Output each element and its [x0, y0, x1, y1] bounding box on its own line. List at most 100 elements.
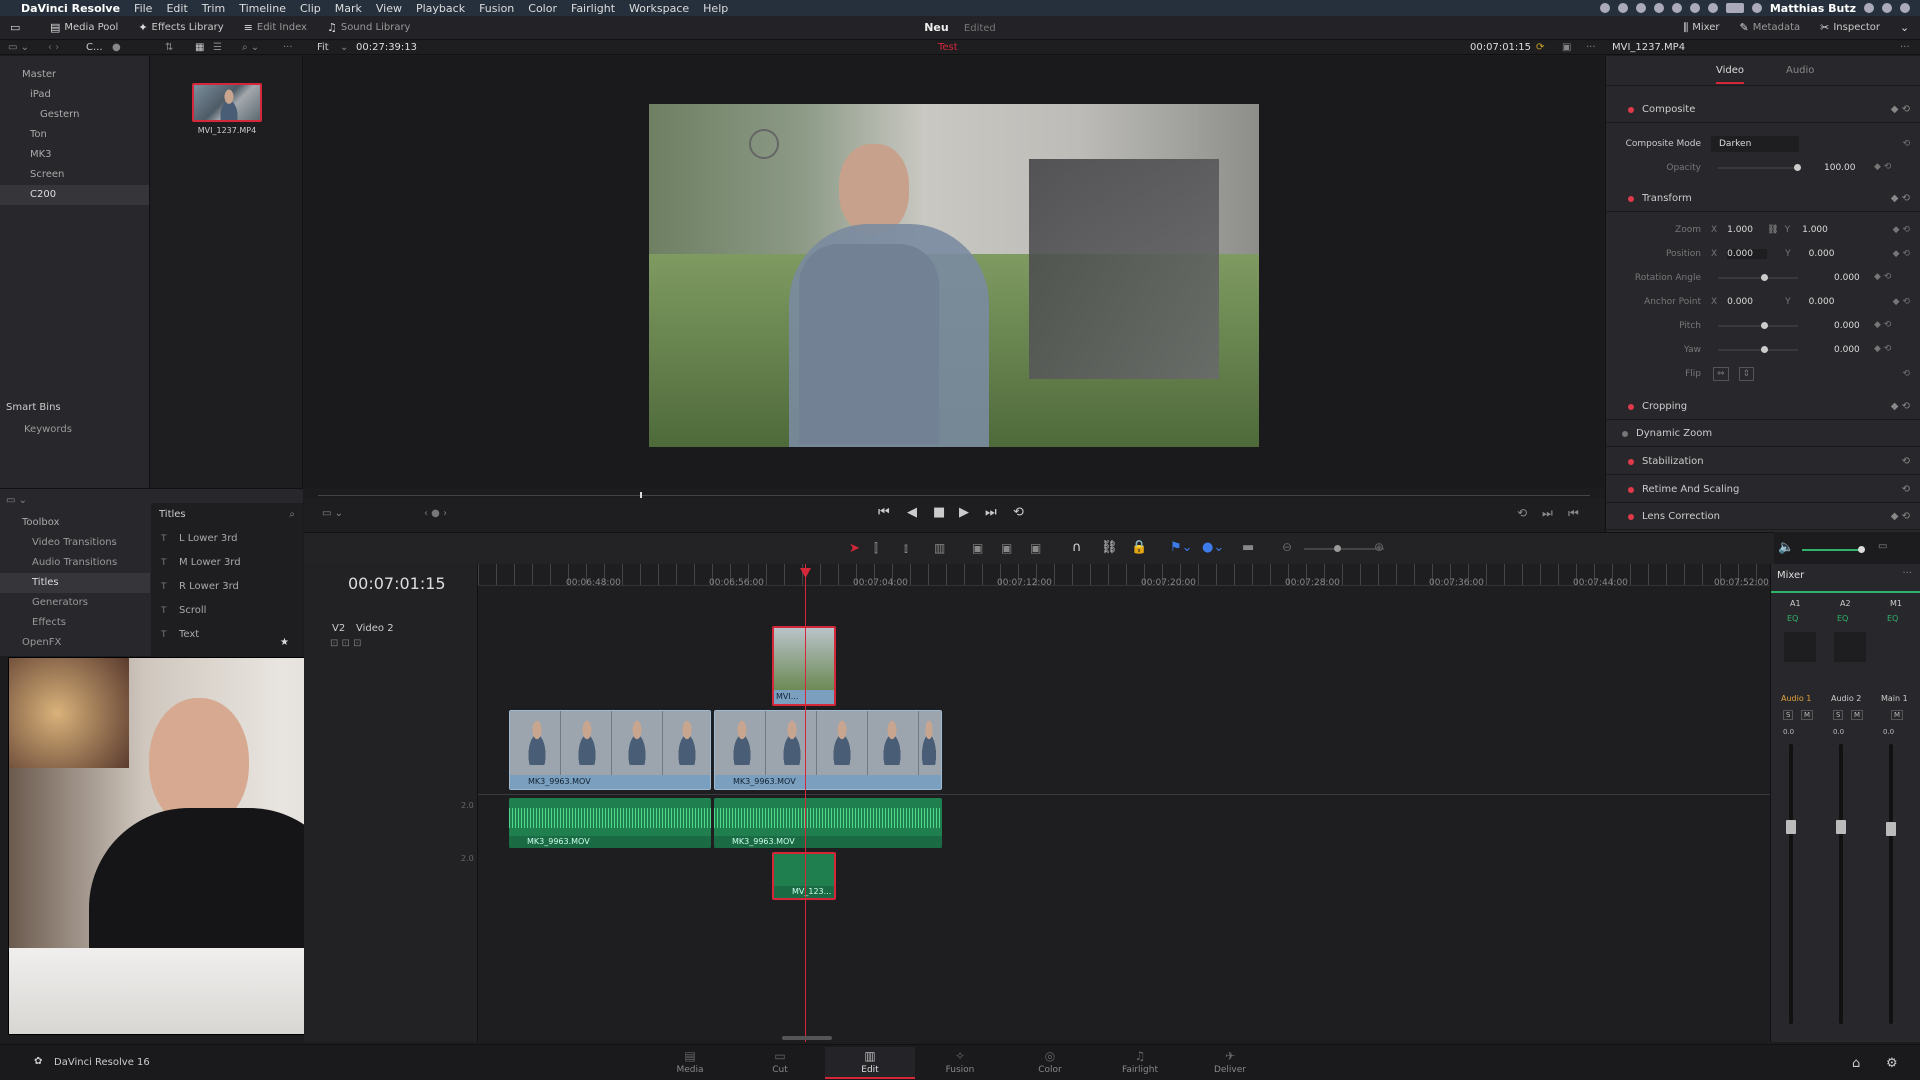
media-clip-thumbnail[interactable] [192, 83, 262, 122]
pan-control[interactable] [1784, 632, 1816, 662]
viewer-scrubber-track[interactable] [318, 495, 1590, 496]
blade-tool-icon[interactable]: ▥ [934, 541, 945, 555]
keyframe-icon[interactable]: ◆ ⟲ [1891, 193, 1910, 204]
inspector-button[interactable]: ✂ Inspector [1810, 21, 1890, 34]
rotation-slider[interactable] [1718, 277, 1798, 279]
selection-tool-icon[interactable]: ➤ [849, 541, 860, 556]
inspector-more-icon[interactable]: ··· [1900, 42, 1910, 53]
zoom-y-value[interactable]: 1.000 [1802, 225, 1828, 235]
bin-path[interactable]: C... [86, 42, 103, 53]
bluetooth-icon[interactable] [1671, 3, 1682, 13]
audio-clip-a2[interactable]: MV_123... [772, 852, 836, 900]
metadata-button[interactable]: ✎ Metadata [1730, 21, 1811, 34]
pitch-slider[interactable] [1718, 325, 1798, 327]
user-name[interactable]: Matthias Butz [1770, 2, 1856, 15]
home-icon[interactable]: ⌂ [1852, 1056, 1860, 1071]
menu-fairlight[interactable]: Fairlight [564, 2, 622, 15]
master-volume-handle[interactable] [1858, 546, 1865, 553]
fader-track[interactable] [1789, 744, 1793, 1024]
composite-mode-select[interactable]: Darken [1711, 136, 1799, 152]
play-icon[interactable]: ▶ [959, 505, 969, 520]
tree-titles[interactable]: Titles [0, 573, 150, 593]
opacity-value[interactable]: 100.00 [1824, 163, 1856, 173]
smart-bin-keywords[interactable]: Keywords [24, 424, 72, 435]
camera-icon[interactable] [1617, 3, 1628, 13]
menu-color[interactable]: Color [521, 2, 564, 15]
audio-clip-a1-b[interactable]: MK3_9963.MOV [714, 798, 942, 848]
cloud-icon[interactable] [1635, 3, 1646, 13]
viewer-mode-icon[interactable]: ▭ ⌄ [322, 508, 343, 519]
timeline-name-dropdown[interactable]: Test [938, 42, 958, 53]
yaw-slider[interactable] [1718, 349, 1798, 351]
keyframe-icon[interactable]: ◆ ⟲ [1874, 320, 1891, 330]
rotation-slider-handle[interactable] [1761, 274, 1768, 281]
zoom-full-icon[interactable]: ▬ [1242, 540, 1254, 555]
keyframe-icon[interactable]: ◆ ⟲ [1874, 162, 1891, 172]
more-icon[interactable]: ··· [283, 42, 293, 53]
fader-track[interactable] [1839, 744, 1843, 1024]
tree-generators[interactable]: Generators [0, 593, 150, 613]
fader-handle[interactable] [1786, 820, 1796, 834]
page-color-button[interactable]: ◎ Color [1005, 1047, 1095, 1079]
app-menu[interactable]: DaVinci Resolve [14, 2, 127, 15]
time-machine-icon[interactable] [1653, 3, 1664, 13]
bin-ton[interactable]: Ton [0, 125, 149, 145]
menu-timeline[interactable]: Timeline [232, 2, 293, 15]
tree-audio-transitions[interactable]: Audio Transitions [0, 553, 150, 573]
panel-toggle-icon[interactable]: ▭ [0, 21, 40, 34]
inspector-tab-video[interactable]: Video [1716, 65, 1745, 84]
enable-dot-icon[interactable] [1628, 403, 1634, 410]
replace-clip-icon[interactable]: ▣ [1030, 541, 1041, 555]
reset-icon[interactable]: ⟲ [1902, 369, 1910, 379]
solo-button[interactable]: S [1783, 710, 1794, 720]
inspector-tab-audio[interactable]: Audio [1786, 65, 1814, 76]
media-pool-button[interactable]: ▤ Media Pool [40, 21, 128, 34]
yaw-slider-handle[interactable] [1761, 346, 1768, 353]
section-transform[interactable]: Transform ◆ ⟲ [1606, 186, 1920, 212]
tree-effects[interactable]: Effects [0, 613, 150, 633]
anchor-y-value[interactable]: 0.000 [1809, 297, 1835, 307]
chevron-down-icon[interactable]: ⌄ [340, 42, 348, 53]
flag-icon[interactable]: ⚑⌄ [1170, 540, 1193, 555]
opacity-slider[interactable] [1718, 167, 1798, 169]
audio-clip-a1-a[interactable]: MK3_9963.MOV [509, 798, 711, 848]
keyframe-icon[interactable]: ◆ ⟲ [1891, 104, 1910, 115]
menu-mark[interactable]: Mark [328, 2, 369, 15]
keyframe-icon[interactable]: ◆ ⟲ [1874, 344, 1891, 354]
bin-gestern[interactable]: Gestern [0, 105, 149, 125]
fader-handle[interactable] [1836, 820, 1846, 834]
section-dynamic-zoom[interactable]: Dynamic Zoom [1606, 421, 1920, 447]
page-fusion-button[interactable]: ✧ Fusion [915, 1047, 1005, 1079]
next-edit-icon[interactable]: ⏭ [1542, 506, 1553, 521]
eq-button[interactable]: EQ [1787, 614, 1798, 623]
stop-icon[interactable]: ■ [933, 505, 945, 520]
favorite-star-icon[interactable]: ★ [280, 637, 289, 648]
enable-dot-icon[interactable] [1628, 513, 1634, 520]
eq-button[interactable]: EQ [1887, 614, 1898, 623]
clip-v1-a[interactable]: MK3_9963.MOV [509, 710, 711, 790]
pitch-value[interactable]: 0.000 [1834, 321, 1860, 331]
timeline-zoom-slider[interactable] [1304, 548, 1384, 550]
opacity-slider-handle[interactable] [1794, 164, 1801, 171]
bin-mk3[interactable]: MK3 [0, 145, 149, 165]
pitch-slider-handle[interactable] [1761, 322, 1768, 329]
enable-dot-icon[interactable] [1628, 486, 1634, 493]
section-lens-correction[interactable]: Lens Correction ◆ ⟲ [1606, 504, 1920, 530]
reset-icon[interactable]: ⟲ [1902, 484, 1910, 495]
menu-help[interactable]: Help [696, 2, 735, 15]
keyframe-icon[interactable]: ◆ ⟲ [1874, 272, 1891, 282]
viewer-layout-icon[interactable]: ▣ [1562, 42, 1571, 53]
volume-icon[interactable] [1707, 3, 1718, 13]
enable-dot-icon[interactable] [1628, 458, 1634, 465]
collapse-icon[interactable]: ⌄ [1890, 21, 1920, 34]
zoom-in-icon[interactable]: ⊕ [1374, 540, 1384, 554]
section-cropping[interactable]: Cropping ◆ ⟲ [1606, 394, 1920, 420]
bin-c200[interactable]: C200 [0, 185, 149, 205]
bin-screen[interactable]: Screen [0, 165, 149, 185]
toolbox-item[interactable]: Toolbox [0, 513, 150, 533]
zoom-out-icon[interactable]: ⊖ [1282, 540, 1292, 554]
battery-icon[interactable] [1725, 3, 1744, 13]
flip-vertical-icon[interactable]: ⇕ [1738, 367, 1755, 381]
menu-view[interactable]: View [369, 2, 409, 15]
wifi-icon[interactable] [1689, 3, 1700, 13]
